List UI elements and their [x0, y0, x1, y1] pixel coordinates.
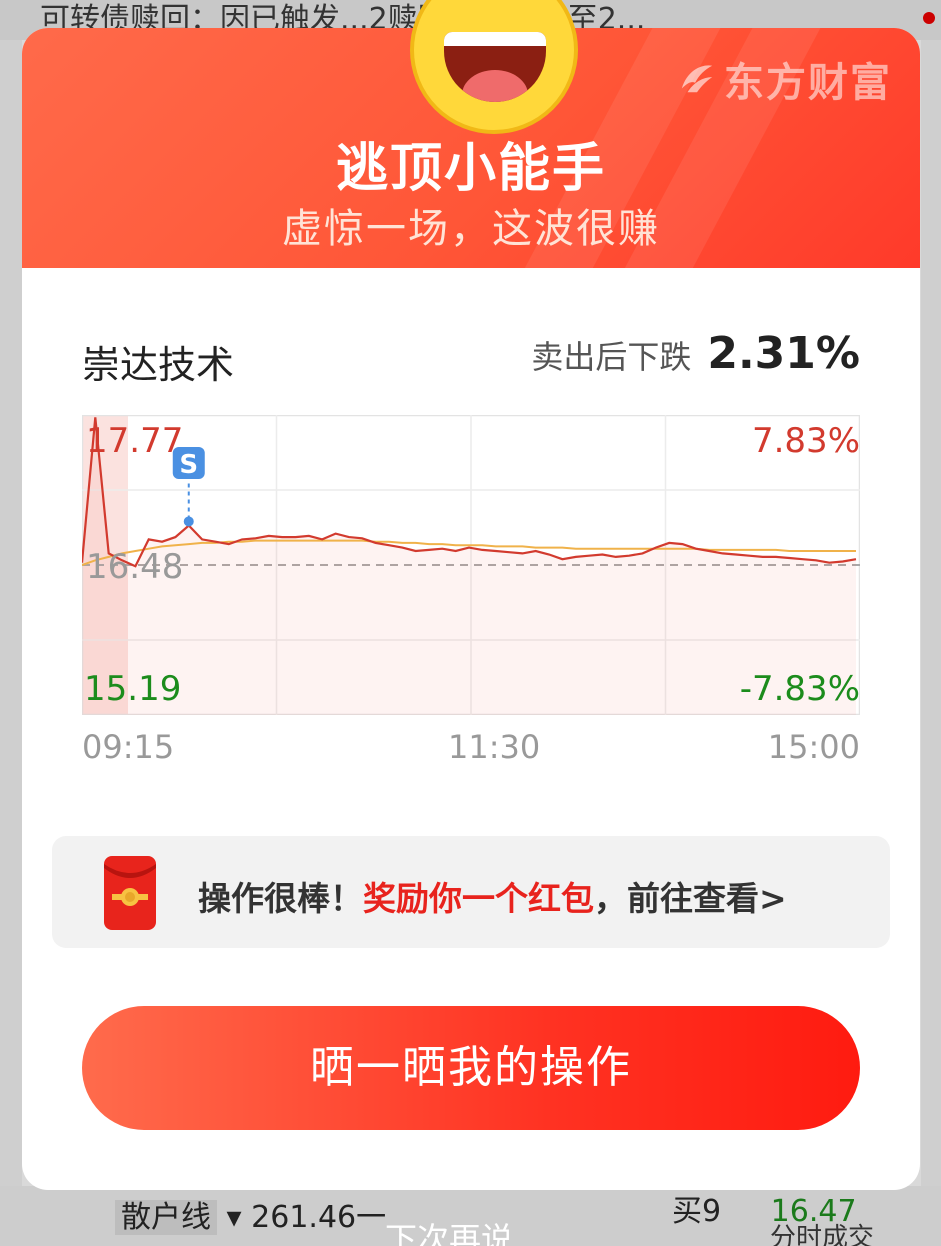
post-sell-change: 卖出后下跌 2.31%	[531, 328, 860, 379]
reward-link[interactable]: ，前往查看>	[594, 879, 787, 918]
x-tick-label: 09:15	[82, 728, 175, 766]
intraday-chart: S 17.77 16.48 15.19 7.83% -7.83%	[80, 414, 861, 716]
reward-prefix: 操作很棒！	[198, 879, 363, 918]
brand-logo: 东方财富	[678, 50, 892, 108]
y-label-low-pct: -7.83%	[739, 669, 860, 709]
y-label-prev-close: 16.48	[86, 547, 184, 587]
unread-dot-icon	[923, 12, 935, 24]
background-left-strip	[0, 40, 22, 1246]
y-label-high: 17.77	[86, 421, 184, 461]
y-label-high-pct: 7.83%	[751, 421, 860, 461]
order-book-label: 买9	[672, 1194, 722, 1229]
caret-down-icon: ▾	[226, 1200, 242, 1235]
red-envelope-icon	[104, 856, 156, 930]
brand-icon	[681, 65, 713, 93]
x-axis: 09:15 11:30 15:00	[82, 728, 860, 768]
brand-name: 东方财富	[724, 60, 892, 106]
stock-name: 崇达技术	[82, 343, 235, 387]
reward-banner[interactable]: 操作很棒！奖励你一个红包，前往查看>	[52, 836, 890, 948]
share-button[interactable]: 晒一晒我的操作	[82, 1006, 860, 1130]
tab-trades[interactable]: 分时成交	[770, 1217, 874, 1246]
drop-value: 2.31%	[707, 328, 860, 379]
background-bottom-bar: 散户线 ▾ 261.46一 买9 16.47 下次再说 分时成交	[0, 1186, 941, 1246]
sell-marker-dot	[183, 516, 194, 527]
y-label-low: 15.19	[84, 669, 182, 709]
drop-label: 卖出后下跌	[531, 338, 692, 376]
reward-text: 操作很棒！奖励你一个红包，前往查看>	[198, 872, 787, 920]
indicator-value: 261.46一	[251, 1200, 387, 1235]
background-right-strip	[921, 40, 941, 1246]
dismiss-link[interactable]: 下次再说	[385, 1214, 513, 1246]
indicator-select[interactable]: 散户线	[115, 1200, 217, 1235]
achievement-modal: 东方财富 逃顶小能手 虚惊一场，这波很赚 崇达技术 卖出后下跌 2.31% S …	[22, 28, 920, 1190]
indicator-selector[interactable]: 散户线 ▾ 261.46一	[115, 1192, 386, 1236]
modal-subtitle: 虚惊一场，这波很赚	[282, 206, 660, 252]
x-tick-label: 15:00	[767, 728, 860, 766]
reward-highlight: 奖励你一个红包	[363, 879, 594, 918]
x-tick-label: 11:30	[448, 728, 541, 766]
modal-title: 逃顶小能手	[335, 139, 606, 199]
